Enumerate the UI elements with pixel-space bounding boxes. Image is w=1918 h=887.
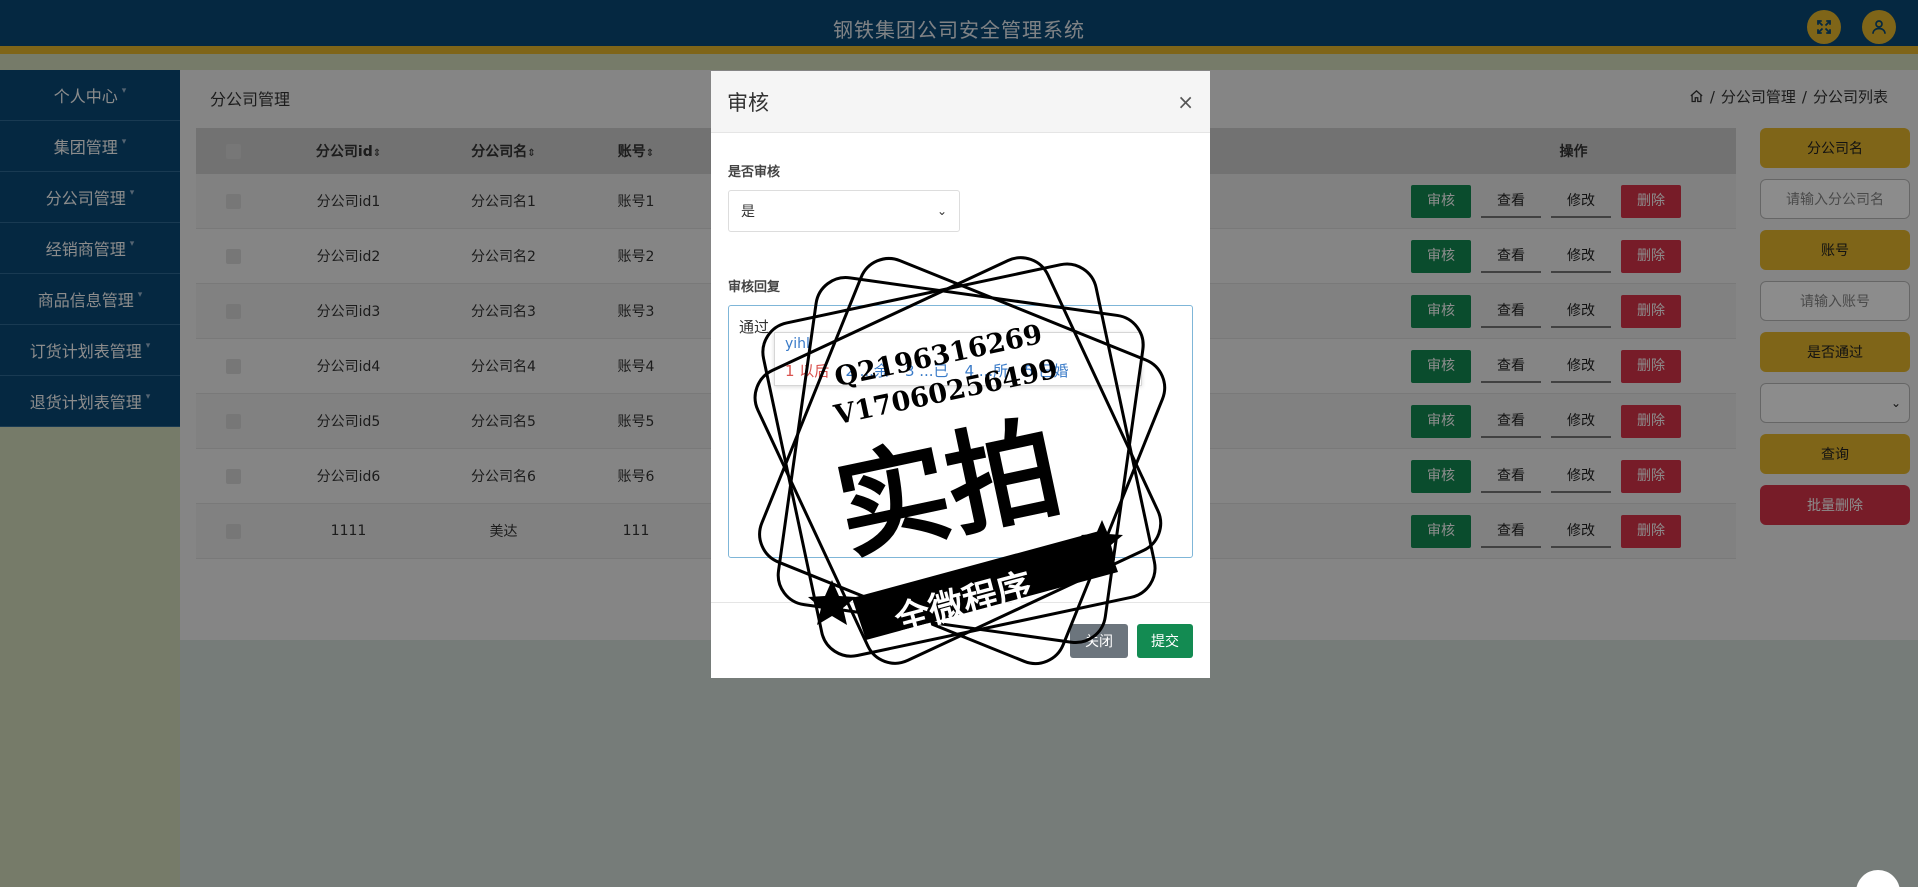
reply-label: 审核回复 xyxy=(728,280,781,295)
review-select[interactable]: 是 ⌄ xyxy=(728,190,960,232)
ime-candidates: 1 以后 2 ...余 3 ...已 4 ...所 5 已婚 xyxy=(785,360,1069,381)
close-icon[interactable]: × xyxy=(1177,90,1194,114)
ime-pinyin: yihl xyxy=(785,336,810,352)
ime-candidate[interactable]: 2 ...余 xyxy=(845,360,889,381)
ime-candidate[interactable]: 5 已婚 xyxy=(1024,360,1068,381)
ime-candidate[interactable]: 3 ...已 xyxy=(905,360,949,381)
ime-candidate[interactable]: 4 ...所 xyxy=(965,360,1009,381)
modal-title: 审核 xyxy=(727,90,769,115)
close-button[interactable]: 关闭 xyxy=(1070,623,1128,658)
modal-footer: 关闭 提交 xyxy=(711,602,1210,678)
submit-button[interactable]: 提交 xyxy=(1137,623,1193,658)
ime-candidate-popup: yihl 1 以后 2 ...余 3 ...已 4 ...所 5 已婚 xyxy=(774,332,1142,386)
modal-header: 审核 × xyxy=(711,71,1210,133)
ime-candidate[interactable]: 1 以后 xyxy=(785,360,829,381)
chevron-down-icon: ⌄ xyxy=(936,204,947,218)
modal-body: 是否审核 是 ⌄ 审核回复 通过 xyxy=(711,161,1210,631)
review-label: 是否审核 xyxy=(728,165,781,180)
